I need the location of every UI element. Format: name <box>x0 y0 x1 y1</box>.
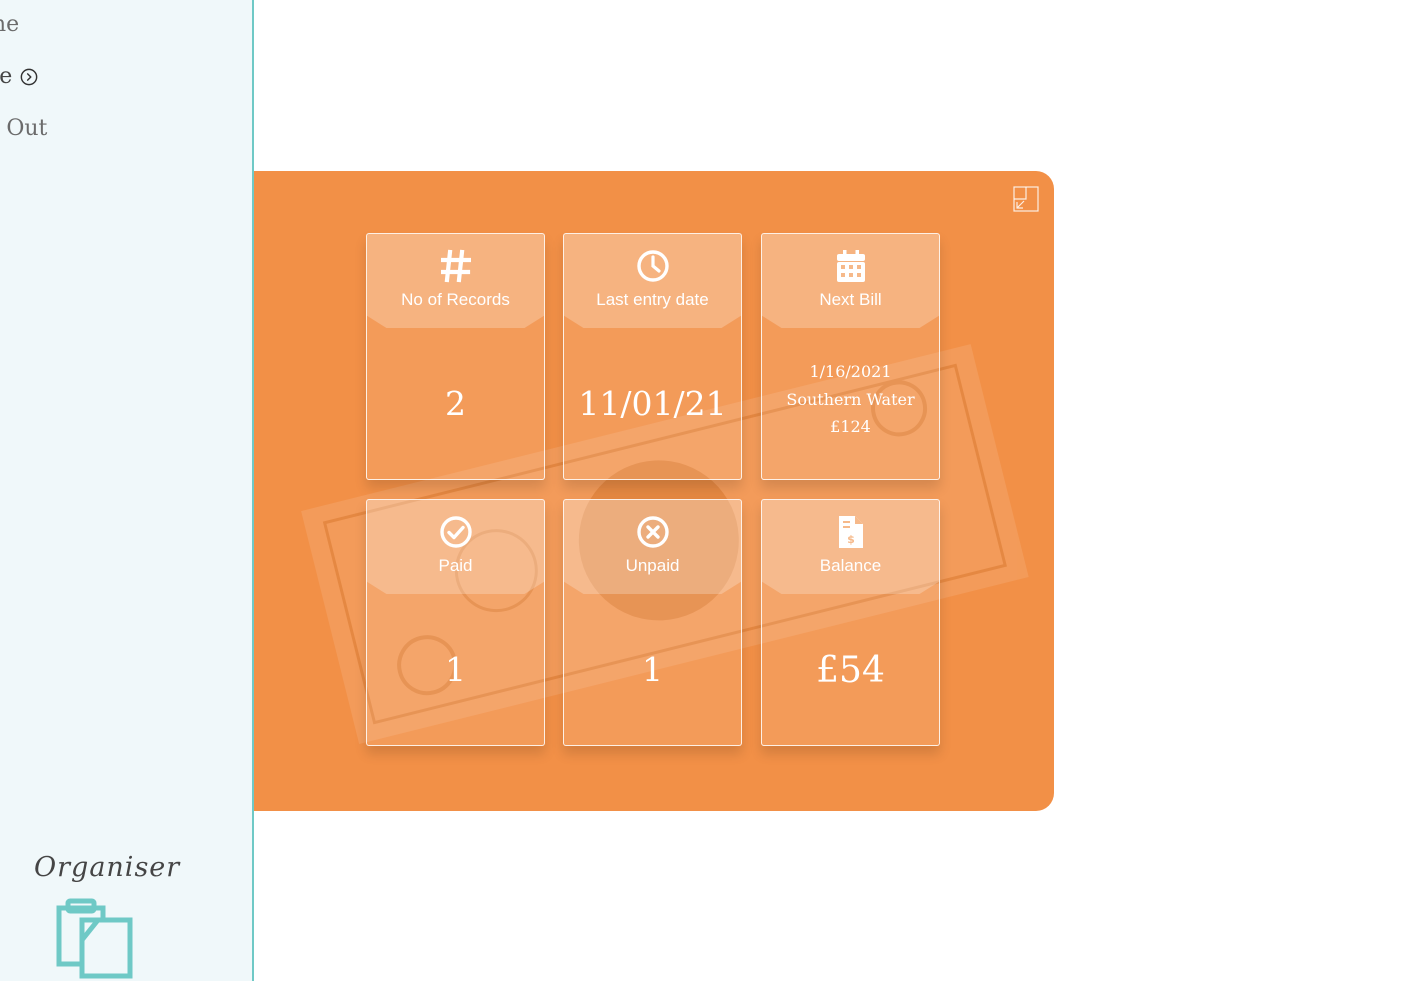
card-title: No of Records <box>401 290 510 309</box>
nav-home[interactable]: ome <box>0 12 19 37</box>
svg-text:$: $ <box>847 533 855 546</box>
card-value: 1 <box>445 650 466 689</box>
nav-page-label: age <box>0 64 13 89</box>
next-bill-amount: £124 <box>830 417 871 436</box>
check-circle-icon <box>439 516 472 548</box>
calendar-icon <box>836 250 865 282</box>
x-circle-icon <box>636 516 669 548</box>
collapse-icon[interactable] <box>1013 186 1039 212</box>
logo-text: Organiser <box>34 852 181 883</box>
card-last-entry: Last entry date 11/01/21 <box>563 233 742 480</box>
x-circle-icon-wrap <box>564 514 741 550</box>
next-bill-payee: Southern Water <box>786 389 915 409</box>
card-title: Balance <box>819 556 882 575</box>
invoice-icon: $ <box>838 516 863 548</box>
invoice-icon-wrap: $ <box>762 514 939 550</box>
check-circle-icon-wrap <box>367 514 544 550</box>
clipboard-logo-icon <box>56 898 133 979</box>
card-title: Next Bill <box>819 290 882 309</box>
nav-logout-label: og Out <box>0 116 48 141</box>
next-bill-date: 1/16/2021 <box>809 362 892 381</box>
calendar-icon-wrap <box>762 248 939 284</box>
clock-icon-wrap <box>564 248 741 284</box>
card-unpaid: Unpaid 1 <box>563 499 742 746</box>
card-title: Last entry date <box>596 290 709 309</box>
card-title: Paid <box>438 556 473 575</box>
hash-icon-wrap <box>367 248 544 284</box>
card-value: £54 <box>816 650 885 691</box>
nav-logout[interactable]: og Out <box>0 116 47 141</box>
hash-icon <box>440 249 471 283</box>
chevron-right-circle-icon <box>20 68 38 85</box>
dashboard-panel: No of Records 2 Last entry date 11/01/21 <box>254 171 1054 811</box>
card-balance: $ Balance £54 <box>761 499 940 746</box>
card-value: 11/01/21 <box>578 384 727 423</box>
card-value: 2 <box>445 384 466 423</box>
sidebar: ome age og Out Organiser <box>0 0 254 981</box>
nav-page[interactable]: age <box>0 64 38 89</box>
clock-icon <box>636 250 669 282</box>
card-title: Unpaid <box>625 556 680 575</box>
nav-home-label: ome <box>0 12 20 37</box>
card-paid: Paid 1 <box>366 499 545 746</box>
card-records: No of Records 2 <box>366 233 545 480</box>
card-value: 1 <box>642 650 663 689</box>
next-bill-details: 1/16/2021 Southern Water £124 <box>762 358 939 441</box>
card-next-bill: Next Bill 1/16/2021 Southern Water £124 <box>761 233 940 480</box>
